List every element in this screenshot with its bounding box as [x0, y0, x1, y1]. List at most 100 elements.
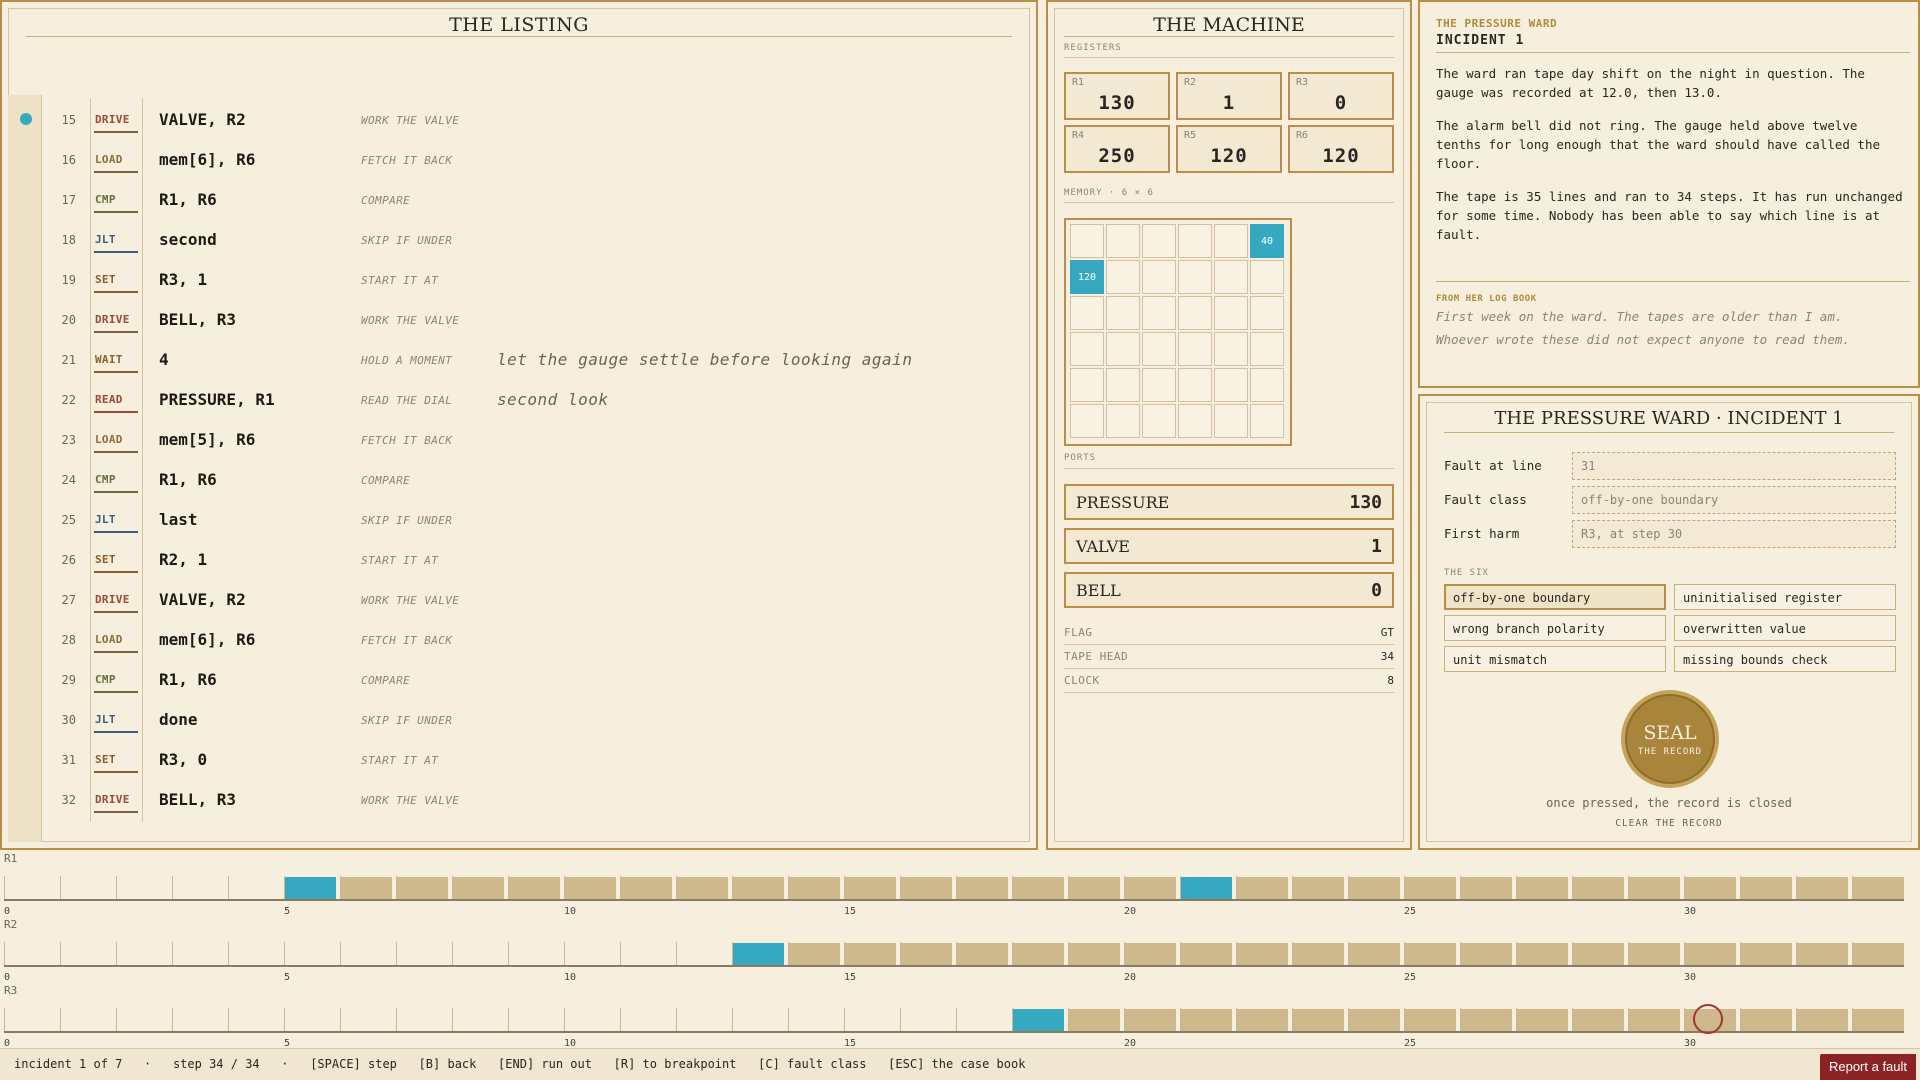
timeline-step[interactable] — [845, 943, 896, 965]
listing-line[interactable]: 21 WAIT 4 HOLD A MOMENT let the gauge settle… — [2, 338, 1032, 382]
timeline-step[interactable] — [1797, 877, 1848, 899]
timeline-step[interactable] — [1741, 1009, 1792, 1031]
fault-class-option[interactable]: missing bounds check — [1674, 646, 1896, 672]
listing-line[interactable]: 22 READ PRESSURE, R1 READ THE DIAL second lo… — [2, 378, 1032, 422]
timeline-step[interactable] — [1461, 877, 1512, 899]
timeline-step[interactable] — [957, 877, 1008, 899]
timeline-step[interactable] — [733, 943, 784, 965]
listing-line[interactable]: 18 JLT second SKIP IF UNDER — [2, 218, 1032, 262]
timeline-step[interactable] — [1181, 877, 1232, 899]
timeline-step[interactable] — [453, 877, 504, 899]
timeline-step[interactable] — [901, 943, 952, 965]
first-harm-row: First harm R3, at step 30 — [1444, 520, 1900, 548]
listing-line[interactable]: 17 CMP R1, R6 COMPARE — [2, 178, 1032, 222]
timeline-step[interactable] — [1237, 943, 1288, 965]
timeline-step[interactable] — [1405, 1009, 1456, 1031]
timeline-step[interactable] — [1573, 1009, 1624, 1031]
timeline-step[interactable] — [1349, 877, 1400, 899]
listing-line[interactable]: 16 LOAD mem[6], R6 FETCH IT BACK — [2, 138, 1032, 182]
timeline-step[interactable] — [1853, 877, 1904, 899]
timeline-step[interactable] — [1125, 943, 1176, 965]
line-number: 25 — [61, 513, 76, 527]
report-fault-button[interactable]: Report a fault — [1820, 1054, 1916, 1080]
timeline-step[interactable] — [1797, 1009, 1848, 1031]
timeline-step[interactable] — [789, 943, 840, 965]
timeline-step[interactable] — [1741, 943, 1792, 965]
timeline-step[interactable] — [1629, 877, 1680, 899]
timeline-step[interactable] — [1517, 877, 1568, 899]
fault-class-option[interactable]: off-by-one boundary — [1444, 584, 1666, 610]
timeline-step[interactable] — [1013, 943, 1064, 965]
timeline-tick — [564, 1008, 565, 1031]
fault-class-option[interactable]: uninitialised register — [1674, 584, 1896, 610]
timeline-step[interactable] — [1685, 943, 1736, 965]
timeline-step[interactable] — [1125, 1009, 1176, 1031]
listing-line[interactable]: 28 LOAD mem[6], R6 FETCH IT BACK — [2, 618, 1032, 662]
timeline-step[interactable] — [1405, 877, 1456, 899]
timeline-step[interactable] — [677, 877, 728, 899]
timeline-tick-label: 25 — [1404, 906, 1417, 917]
timeline-step[interactable] — [1517, 1009, 1568, 1031]
listing-line[interactable]: 25 JLT last SKIP IF UNDER — [2, 498, 1032, 542]
first-harm-field[interactable]: R3, at step 30 — [1572, 520, 1896, 548]
timeline-step[interactable] — [1573, 877, 1624, 899]
timeline-step[interactable] — [1293, 1009, 1344, 1031]
timeline-step[interactable] — [1461, 943, 1512, 965]
timeline-step[interactable] — [1741, 877, 1792, 899]
timeline-step[interactable] — [1013, 877, 1064, 899]
listing-line[interactable]: 27 DRIVE VALVE, R2 WORK THE VALVE — [2, 578, 1032, 622]
timeline-step[interactable] — [1237, 1009, 1288, 1031]
timeline-step[interactable] — [957, 943, 1008, 965]
fault-line-field[interactable]: 31 — [1572, 452, 1896, 480]
timeline-step[interactable] — [1685, 877, 1736, 899]
timeline-step[interactable] — [397, 877, 448, 899]
listing-line[interactable]: 19 SET R3, 1 START IT AT — [2, 258, 1032, 302]
seal-record-button[interactable]: SEAL THE RECORD — [1621, 690, 1719, 788]
timeline-step[interactable] — [1629, 943, 1680, 965]
timeline-step[interactable] — [1797, 943, 1848, 965]
timeline-step[interactable] — [1629, 1009, 1680, 1031]
timeline-step[interactable] — [509, 877, 560, 899]
timeline-step[interactable] — [341, 877, 392, 899]
timeline-step[interactable] — [1853, 1009, 1904, 1031]
timeline-step[interactable] — [1405, 943, 1456, 965]
fault-class-option[interactable]: overwritten value — [1674, 615, 1896, 641]
fault-class-field[interactable]: off-by-one boundary — [1572, 486, 1896, 514]
timeline-step[interactable] — [1293, 877, 1344, 899]
timeline-step[interactable] — [845, 877, 896, 899]
timeline-step[interactable] — [1181, 943, 1232, 965]
fault-class-option[interactable]: wrong branch polarity — [1444, 615, 1666, 641]
timeline-step[interactable] — [285, 877, 336, 899]
listing-line[interactable]: 30 JLT done SKIP IF UNDER — [2, 698, 1032, 742]
timeline-step[interactable] — [1069, 877, 1120, 899]
timeline-step[interactable] — [565, 877, 616, 899]
timeline-step[interactable] — [733, 877, 784, 899]
timeline-step[interactable] — [1069, 943, 1120, 965]
listing-line[interactable]: 24 CMP R1, R6 COMPARE — [2, 458, 1032, 502]
listing-line[interactable]: 15 DRIVE VALVE, R2 WORK THE VALVE — [2, 98, 1032, 142]
listing-line[interactable]: 23 LOAD mem[5], R6 FETCH IT BACK — [2, 418, 1032, 462]
fault-class-option[interactable]: unit mismatch — [1444, 646, 1666, 672]
timeline-breakpoint-icon[interactable] — [1693, 1004, 1723, 1034]
listing-line[interactable]: 20 DRIVE BELL, R3 WORK THE VALVE — [2, 298, 1032, 342]
timeline-step[interactable] — [621, 877, 672, 899]
timeline-step[interactable] — [1461, 1009, 1512, 1031]
timeline-step[interactable] — [1853, 943, 1904, 965]
listing-line[interactable]: 29 CMP R1, R6 COMPARE — [2, 658, 1032, 702]
timeline-step[interactable] — [1181, 1009, 1232, 1031]
timeline-step[interactable] — [1013, 1009, 1064, 1031]
timeline-step[interactable] — [1125, 877, 1176, 899]
listing-line[interactable]: 26 SET R2, 1 START IT AT — [2, 538, 1032, 582]
timeline-step[interactable] — [1237, 877, 1288, 899]
timeline-step[interactable] — [1069, 1009, 1120, 1031]
timeline-step[interactable] — [1349, 1009, 1400, 1031]
clear-record-link[interactable]: CLEAR THE RECORD — [1420, 818, 1918, 829]
timeline-step[interactable] — [1573, 943, 1624, 965]
timeline-step[interactable] — [1517, 943, 1568, 965]
timeline-step[interactable] — [789, 877, 840, 899]
listing-line[interactable]: 32 DRIVE BELL, R3 WORK THE VALVE — [2, 778, 1032, 822]
listing-line[interactable]: 31 SET R3, 0 START IT AT — [2, 738, 1032, 782]
timeline-step[interactable] — [1293, 943, 1344, 965]
timeline-step[interactable] — [901, 877, 952, 899]
timeline-step[interactable] — [1349, 943, 1400, 965]
